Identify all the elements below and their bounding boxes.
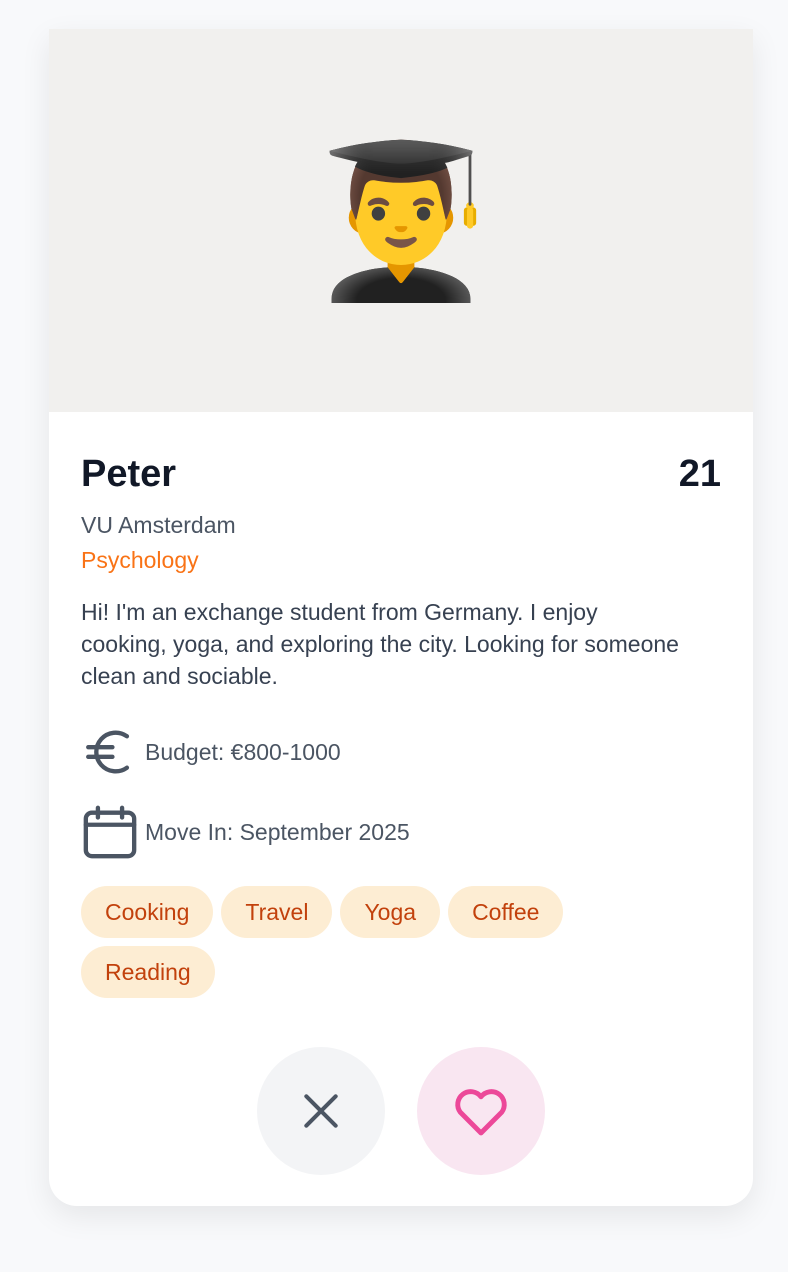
move-in-text: Move In: September 2025 xyxy=(145,818,410,845)
like-button[interactable] xyxy=(417,1047,545,1175)
avatar-emoji: 👨‍🎓 xyxy=(307,133,495,308)
move-in-row: Move In: September 2025 xyxy=(81,802,721,862)
tag: Cooking xyxy=(81,886,214,938)
pass-button[interactable] xyxy=(257,1047,385,1175)
calendar-icon xyxy=(83,805,137,859)
tag: Reading xyxy=(81,946,215,998)
profile-age: 21 xyxy=(678,452,721,495)
university: VU Amsterdam xyxy=(81,512,236,538)
euro-icon xyxy=(86,730,130,774)
profile-card: 👨‍🎓 Peter 21 VU Amsterdam Psychology Hi!… xyxy=(49,29,753,1206)
tag: Yoga xyxy=(340,886,441,938)
budget-row: Budget: €800-1000 xyxy=(81,722,721,782)
major: Psychology xyxy=(81,547,199,573)
profile-name: Peter xyxy=(81,452,177,495)
heart-icon xyxy=(455,1089,507,1136)
interest-tags: Cooking Travel Yoga Coffee Reading xyxy=(81,886,641,998)
tag: Travel xyxy=(221,886,333,938)
tag: Coffee xyxy=(448,886,564,938)
budget-text: Budget: €800-1000 xyxy=(145,738,341,765)
close-icon xyxy=(304,1094,338,1128)
profile-photo: 👨‍🎓 xyxy=(49,29,753,412)
bio: Hi! I'm an exchange student from Germany… xyxy=(81,599,679,689)
